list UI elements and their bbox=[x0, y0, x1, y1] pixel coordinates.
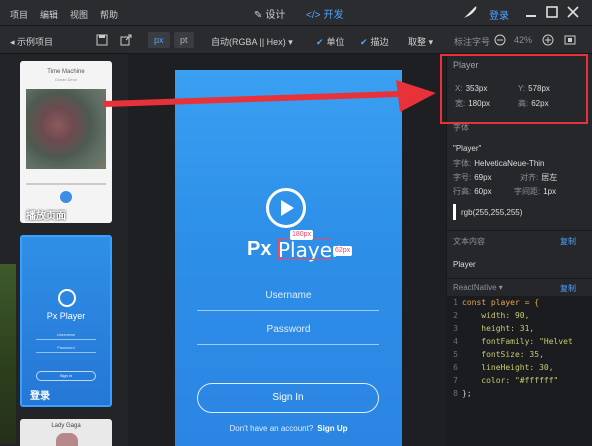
code-line: }; bbox=[462, 389, 472, 398]
login-button[interactable]: 登录 bbox=[489, 7, 509, 22]
logo-px-text[interactable]: Px bbox=[247, 238, 271, 261]
font-name: "Player" bbox=[453, 144, 482, 153]
color-value[interactable]: rgb(255,255,255) bbox=[461, 208, 522, 217]
menu-view[interactable]: 视图 bbox=[70, 8, 88, 21]
menu-edit[interactable]: 编辑 bbox=[40, 8, 58, 21]
text-align: 对齐: 居左 bbox=[520, 173, 558, 182]
field-line bbox=[36, 352, 96, 353]
sign-up-link[interactable]: Sign Up bbox=[317, 424, 347, 433]
copy-text-button[interactable]: 复制 bbox=[560, 236, 576, 247]
chevron-left-icon: ◂ bbox=[10, 37, 18, 47]
username-input[interactable]: Username bbox=[175, 290, 402, 301]
pos-x: X: 353px bbox=[455, 84, 488, 93]
letter-spacing: 字间距: 1px bbox=[514, 187, 557, 196]
unit-pt-button[interactable]: pt bbox=[174, 32, 194, 48]
tab-design[interactable]: ✎ 设计 bbox=[254, 6, 285, 21]
size-w: 宽: 180px bbox=[455, 99, 491, 108]
zoom-out-icon[interactable] bbox=[494, 34, 506, 46]
artboard-thumb-artist[interactable]: Lady Gaga bbox=[20, 419, 112, 446]
menu-help[interactable]: 帮助 bbox=[100, 8, 118, 21]
font-size: 字号: 69px bbox=[453, 173, 492, 182]
zoom-in-icon[interactable] bbox=[542, 34, 554, 46]
code-line: const player = { bbox=[462, 298, 540, 307]
check-icon: ✔ bbox=[316, 37, 324, 47]
color-swatch bbox=[453, 204, 456, 220]
code-line: fontFamily: "Helvet bbox=[462, 337, 573, 346]
font-family: 字体: HelveticaNeue-Thin bbox=[453, 159, 545, 168]
divider bbox=[446, 230, 592, 231]
back-to-project[interactable]: ◂ 示例项目 bbox=[10, 35, 53, 48]
unit-toggle[interactable]: ✔ 单位 bbox=[316, 35, 345, 48]
check-icon: ✔ bbox=[360, 37, 368, 47]
feather-icon bbox=[464, 6, 477, 18]
code-line: height: 31, bbox=[462, 324, 535, 333]
tab-develop[interactable]: </> 开发 bbox=[306, 6, 343, 21]
label-font-size: 标注字号 bbox=[454, 37, 491, 47]
toolbar: ◂ 示例项目 px pt 自动(RGBA || Hex) ▾ ✔ 单位 ✔ 描边 取… bbox=[0, 26, 592, 54]
chevron-down-icon: ▾ bbox=[496, 283, 503, 292]
font-section-title: 字体 bbox=[453, 123, 469, 132]
desktop-background bbox=[0, 264, 16, 444]
size-h: 高: 62px bbox=[518, 99, 549, 108]
chevron-down-icon: ▾ bbox=[285, 37, 293, 47]
sign-in-button[interactable]: Sign In bbox=[197, 383, 379, 413]
react-native-dropdown[interactable]: ReactNative ▾ bbox=[453, 283, 503, 292]
play-logo-icon bbox=[266, 188, 306, 228]
username-underline bbox=[197, 310, 379, 311]
artboard-thumb-login[interactable]: Px Player Username Password Sign in 登录 bbox=[20, 235, 112, 407]
divider bbox=[446, 278, 592, 279]
chevron-down-icon: ▾ bbox=[426, 37, 434, 47]
color-mode-select[interactable]: 自动(RGBA || Hex) ▾ bbox=[211, 35, 293, 48]
artboard-thumb-player[interactable]: Time Machine Ocean Deon 播放页面 bbox=[20, 61, 112, 223]
password-underline bbox=[197, 344, 379, 345]
height-badge: 62px bbox=[333, 246, 353, 256]
annotation-arrow bbox=[103, 80, 436, 112]
fit-screen-icon[interactable] bbox=[564, 34, 576, 46]
album-art bbox=[26, 89, 106, 169]
maximize-icon[interactable] bbox=[545, 5, 559, 19]
progress-bar bbox=[26, 183, 106, 185]
artboard-label: 播放页面 bbox=[26, 211, 66, 222]
code-line: lineHeight: 30, bbox=[462, 363, 554, 372]
text-content-title: 文本内容 bbox=[453, 237, 485, 246]
line-height: 行高: 60px bbox=[453, 187, 492, 196]
mini-signin: Sign in bbox=[36, 371, 96, 381]
width-badge: 180px bbox=[290, 230, 314, 240]
menu-project[interactable]: 项目 bbox=[10, 8, 28, 21]
zoom-value: 42% bbox=[514, 35, 533, 45]
artist-photo bbox=[56, 433, 78, 446]
layer-name: Player bbox=[453, 60, 479, 70]
export-icon[interactable] bbox=[120, 34, 132, 46]
pos-y: Y: 578px bbox=[518, 84, 550, 93]
copy-code-button[interactable]: 复制 bbox=[560, 283, 576, 294]
play-icon bbox=[60, 191, 72, 203]
unit-px-button[interactable]: px bbox=[148, 32, 170, 48]
password-input[interactable]: Password bbox=[175, 324, 402, 335]
rounding-select[interactable]: 取整 ▾ bbox=[408, 35, 433, 48]
stroke-toggle[interactable]: ✔ 描边 bbox=[360, 35, 389, 48]
code-icon: </> bbox=[306, 10, 321, 21]
pen-icon: ✎ bbox=[254, 10, 263, 21]
selection-outline bbox=[278, 238, 332, 260]
minimize-icon[interactable] bbox=[524, 5, 538, 19]
code-snippet[interactable]: 1 2 3 4 5 6 7 8 const player = { width: … bbox=[446, 296, 592, 446]
code-line: color: "#ffffff" bbox=[462, 376, 559, 385]
play-icon bbox=[58, 289, 76, 307]
signup-prompt: Don't have an account? Sign Up bbox=[229, 424, 348, 433]
artboard-label: 登录 bbox=[30, 391, 50, 402]
field-line bbox=[36, 339, 96, 340]
menu-bar: 项目 编辑 视图 帮助 ✎ 设计 </> 开发 登录 bbox=[0, 0, 592, 26]
save-icon[interactable] bbox=[96, 34, 108, 46]
code-line: fontSize: 35, bbox=[462, 350, 544, 359]
close-icon[interactable] bbox=[566, 5, 580, 19]
code-line: width: 90, bbox=[462, 311, 530, 320]
text-content-value[interactable]: Player bbox=[453, 260, 476, 269]
